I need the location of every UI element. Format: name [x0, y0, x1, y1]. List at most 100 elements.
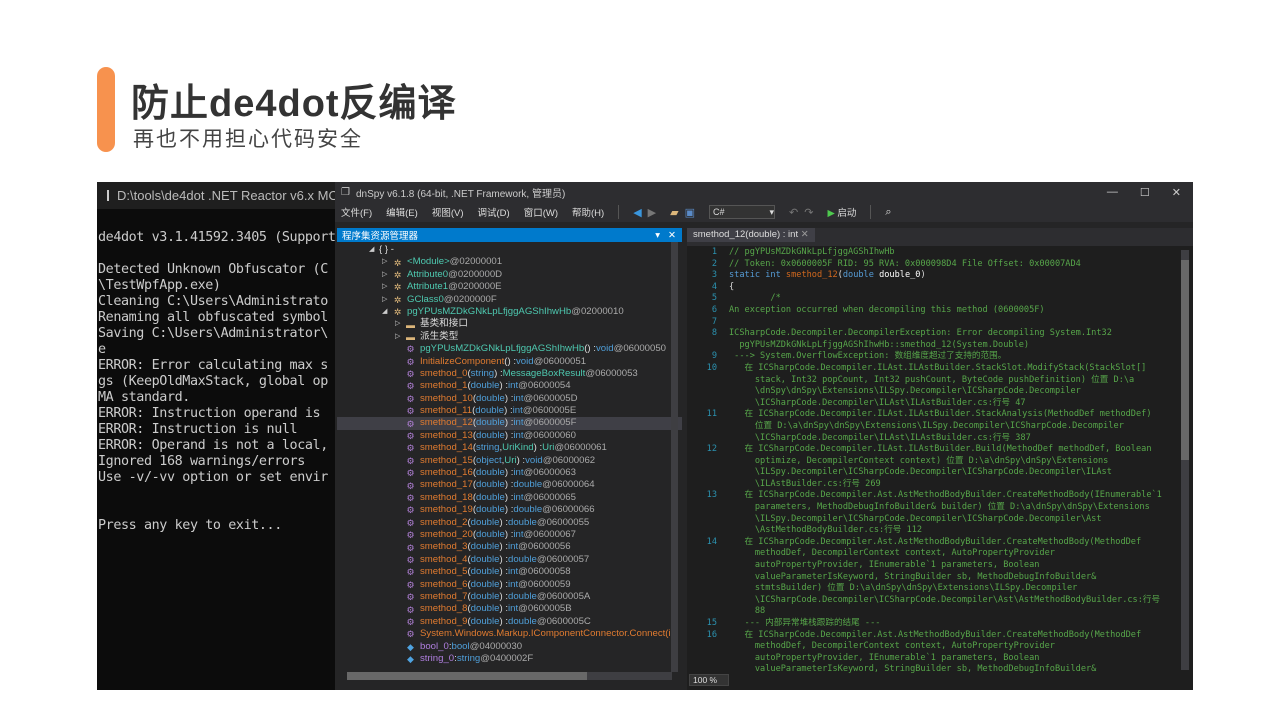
menu-view[interactable]: 视图(V): [432, 205, 464, 219]
tree-node[interactable]: ⚙ smethod_5(double) : int @06000058: [337, 566, 682, 578]
menu-file[interactable]: 文件(F): [341, 205, 372, 219]
redo-icon[interactable]: ↷: [804, 206, 813, 219]
code-lines[interactable]: 1 // pgYPUsMZDkGNkLpLfjggAGShIhwHb 2 // Tok…: [687, 247, 1177, 675]
menu-edit[interactable]: 编辑(E): [386, 205, 418, 219]
tree-node[interactable]: ⚙ smethod_11(double) : int @0600005E: [337, 405, 682, 417]
code-token: \ILAstBuilder.cs:行号 269: [729, 478, 881, 489]
accent-bar: [97, 67, 115, 152]
tree-node[interactable]: ⚙ InitializeComponent() : void @06000051: [337, 356, 682, 368]
code-token: valueParameterIsKeyword, StringBuilder s…: [729, 571, 1097, 582]
tree-node-text: string: [470, 367, 495, 379]
tree-node-text: double: [475, 405, 505, 417]
tree-node[interactable]: ⚙ smethod_4(double) : double @06000057: [337, 554, 682, 566]
tree-node[interactable]: ⚙ smethod_6(double) : int @06000059: [337, 579, 682, 591]
tree-node[interactable]: ▷ ✲ Attribute0 @0200000D: [337, 269, 682, 281]
tree-node[interactable]: ◆ bool_0 : bool @04000030: [337, 641, 682, 653]
dropdown-icon[interactable]: ▾: [655, 230, 660, 241]
tree-node[interactable]: ⚙ smethod_17(double) : double @06000064: [337, 479, 682, 491]
code-vertical-scrollbar[interactable]: [1181, 250, 1189, 670]
chevron-down-icon: ▾: [769, 206, 774, 217]
line-number: [687, 606, 729, 618]
method-icon: ⚙: [406, 542, 415, 553]
tree-node[interactable]: ▷ ✲ <Module> @02000001: [337, 256, 682, 268]
tree-node[interactable]: ⚙ smethod_19(double) : double @06000066: [337, 504, 682, 516]
tree-node[interactable]: ⚙ smethod_9(double) : double @0600005C: [337, 616, 682, 628]
start-button[interactable]: ▶ 启动: [827, 205, 856, 219]
expand-toggle-icon[interactable]: ▷: [395, 331, 405, 343]
line-number: 2: [711, 258, 717, 269]
tree-node[interactable]: ⚙ smethod_16(double) : int @06000063: [337, 467, 682, 479]
forward-icon[interactable]: ▶: [648, 206, 656, 219]
search-icon[interactable]: ⌕: [885, 206, 891, 219]
tree-node[interactable]: ⚙ smethod_15(object, Uri) : void @0600006…: [337, 455, 682, 467]
back-icon[interactable]: ◀: [633, 206, 641, 219]
zoom-select[interactable]: 100 %: [689, 674, 729, 686]
line-number: 8: [711, 328, 717, 339]
tree-node[interactable]: ⚙ smethod_12(double) : int @0600005F: [337, 417, 682, 430]
menu-debug[interactable]: 调试(D): [477, 205, 509, 219]
tree-node[interactable]: ◆ string_0 : string @0400002F: [337, 653, 682, 665]
close-tab-icon[interactable]: ✕: [801, 229, 809, 240]
console-titlebar[interactable]: D:\tools\de4dot .NET Reactor v6.x MOD: [97, 182, 337, 209]
folder-icon: ▬: [406, 319, 415, 330]
tree-node[interactable]: ⚙ smethod_0(string) : MessageBoxResult @0…: [337, 368, 682, 380]
tree-node-text: int: [513, 392, 524, 404]
method-icon: ⚙: [406, 530, 415, 541]
tree-node[interactable]: ⚙ smethod_3(double) : int @06000056: [337, 541, 682, 553]
code-line: 13 在 ICSharpCode.Decompiler.Ast.AstMetho…: [687, 490, 1177, 502]
tree-node[interactable]: ⚙ smethod_18(double) : int @06000065: [337, 492, 682, 504]
expand-toggle-icon[interactable]: ▷: [395, 318, 405, 330]
tree-node[interactable]: ⚙ smethod_20(double) : int @06000067: [337, 529, 682, 541]
expand-toggle-icon[interactable]: ◢: [382, 306, 392, 318]
maximize-button[interactable]: ☐: [1140, 186, 1150, 199]
line-number: [687, 398, 729, 410]
tree-node[interactable]: ▷ ✲ GClass0 @0200000F: [337, 294, 682, 306]
scroll-thumb[interactable]: [1181, 260, 1189, 460]
tree-node[interactable]: ⚙ smethod_8(double) : int @0600005B: [337, 603, 682, 615]
tab-smethod-12[interactable]: smethod_12(double) : int ✕: [687, 228, 815, 242]
explorer-title: 程序集资源管理器: [342, 231, 419, 242]
open-folder-icon[interactable]: ▰: [670, 206, 678, 219]
tree-node-text: smethod_0: [420, 367, 468, 379]
tree-node[interactable]: ▷ ✲ Attribute1 @0200000E: [337, 281, 682, 293]
dnspy-titlebar[interactable]: ❐ dnSpy v6.1.8 (64-bit, .NET Framework, …: [335, 182, 1193, 202]
expand-toggle-icon[interactable]: ◢: [369, 244, 379, 256]
slide-subtitle: 再也不用担心代码安全: [133, 128, 363, 151]
tree-node[interactable]: ⚙ smethod_7(double) : double @0600005A: [337, 591, 682, 603]
close-button[interactable]: ✕: [1172, 186, 1181, 199]
tree-node[interactable]: ⚙ pgYPUsMZDkGNkLpLfjggAGShIhwHb() : void …: [337, 343, 682, 355]
tree-node[interactable]: ▷ ▬ 基类和接口: [337, 318, 682, 330]
tree-node[interactable]: ⚙ System.Windows.Markup.IComponentConnect…: [337, 628, 682, 640]
code-line: optimize, DecompilerContext context) 位置 …: [687, 456, 1177, 468]
tree-node[interactable]: ▷ ▬ 派生类型: [337, 331, 682, 343]
tree-node[interactable]: ⚙ smethod_1(double) : int @06000054: [337, 380, 682, 392]
tree-horizontal-scrollbar[interactable]: [347, 672, 672, 680]
scroll-thumb[interactable]: [347, 672, 587, 680]
expand-toggle-icon[interactable]: ▷: [382, 256, 392, 268]
code-token: ICSharpCode.Decompiler.DecompilerExcepti…: [729, 328, 1112, 339]
expand-toggle-icon[interactable]: ▷: [382, 294, 392, 306]
undo-icon[interactable]: ↶: [789, 206, 798, 219]
tree-node[interactable]: ⚙ smethod_2(double) : double @06000055: [337, 517, 682, 529]
expand-toggle-icon[interactable]: ▷: [382, 281, 392, 293]
tree-node[interactable]: ◢{ } -: [337, 244, 682, 256]
close-icon[interactable]: ✕: [668, 230, 676, 241]
menu-help[interactable]: 帮助(H): [572, 205, 604, 219]
tree-node-text: smethod_19: [420, 504, 473, 516]
line-number: [687, 375, 729, 387]
tree-node-text: smethod_14: [420, 442, 473, 454]
tree-node-text: @0600005B: [518, 603, 572, 615]
tree-node-text: @0200000E: [448, 281, 502, 293]
tree-node[interactable]: ◢ ✲ pgYPUsMZDkGNkLpLfjggAGShIhwHb @0200001…: [337, 306, 682, 318]
tree-node-text: double: [470, 566, 500, 578]
minimize-button[interactable]: —: [1107, 186, 1118, 199]
save-icon[interactable]: ▣: [685, 206, 695, 219]
tree-node[interactable]: ⚙ smethod_10(double) : int @0600005D: [337, 393, 682, 405]
tree-node[interactable]: ⚙ smethod_14(string, UriKind) : Uri @0600…: [337, 442, 682, 454]
menu-window[interactable]: 窗口(W): [524, 205, 558, 219]
tree-vertical-scrollbar[interactable]: [671, 242, 678, 672]
tree-node[interactable]: ⚙ smethod_13(double) : int @06000060: [337, 430, 682, 442]
console-app-icon: [107, 190, 109, 201]
expand-toggle-icon[interactable]: ▷: [382, 269, 392, 281]
language-select[interactable]: C# ▾: [709, 205, 775, 219]
